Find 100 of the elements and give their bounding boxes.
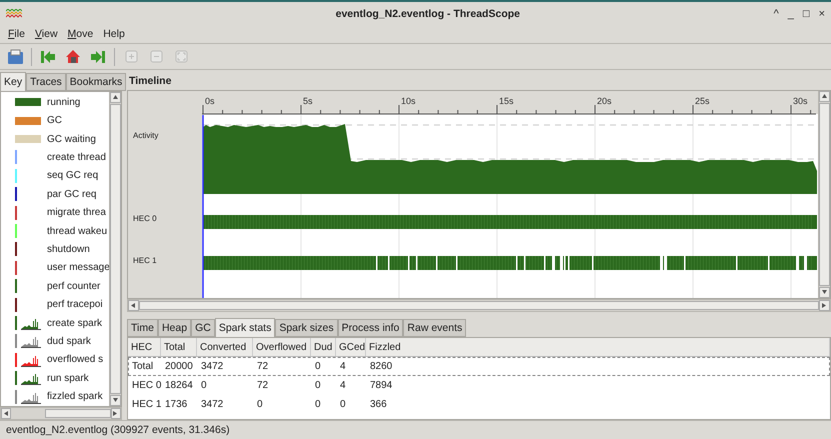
window-title: eventlog_N2.eventlog - ThreadScope [336,8,520,20]
tab[interactable]: Heap [158,319,192,337]
tick-label: 25s [695,96,710,106]
tab[interactable]: Spark stats [214,318,276,337]
status-text: eventlog_N2.eventlog (309927 events, 31.346s) [6,424,230,436]
scrollbar[interactable] [0,407,122,420]
tick-label: 5s [303,96,313,106]
scrollbar[interactable] [818,91,830,298]
toolbar-button[interactable] [6,48,24,66]
legend-label: run spark [47,372,89,384]
zoom-fit-icon [174,50,188,63]
scroll-button[interactable] [819,91,830,102]
legend-label: shutdown [47,244,90,255]
tick-label: 30s [793,96,808,106]
zoom-in-icon [124,50,138,63]
scroll-button[interactable] [110,92,121,103]
window-control[interactable]: × [818,8,825,20]
triangle-icon [821,93,828,100]
jump-end-icon [90,50,106,64]
tick-label: 15s [499,96,514,106]
table-cell-text: HEC 1 [131,399,162,410]
table-cell-text: 0 [314,399,322,410]
tab[interactable]: Traces [26,73,66,91]
legend-label: fizzled spark [47,391,103,402]
folder-icon [6,48,24,64]
table-cell-text: 4 [339,380,347,391]
table-cell-text: 0 [256,399,264,410]
legend-label: thread wakeu [47,226,108,237]
legend-label: par GC req [47,188,96,200]
table-cell-text: 3472 [200,399,224,410]
scroll-button[interactable] [819,287,830,298]
tab[interactable]: Bookmarks [66,73,126,91]
tab[interactable]: Raw events [403,319,466,337]
legend-label: user message [47,262,109,274]
table-row[interactable]: HEC 1 1736 3472 0 0 0 366 [128,395,830,414]
tick-label: 0s [205,96,215,106]
legend-label: overflowed s [47,354,104,366]
legend-label: GC waiting [47,134,96,145]
table-row[interactable]: HEC 0 18264 0 72 0 4 7894 [128,376,830,395]
column-header[interactable]: Converted [197,338,253,356]
tab[interactable]: Spark sizes [275,319,338,337]
table-cell-text: 72 [256,380,270,391]
legend-label: GC [47,115,62,126]
scrollbar[interactable] [127,299,831,312]
table-cell-text: 72 [256,361,270,372]
tab[interactable]: Time [127,319,158,337]
legend-label: running [47,96,80,108]
table-cell-text: 0 [314,380,322,391]
tab[interactable]: Process info [338,319,404,337]
column-header[interactable]: Fizzled [366,338,830,356]
column-header[interactable]: Total [161,338,197,356]
scroll-button[interactable] [110,395,121,406]
legend-label: seq GC req [47,170,98,182]
tick-label: 20s [597,96,612,106]
legend-label: create thread [47,152,106,163]
table-row[interactable]: Total 20000 3472 72 0 4 8260 [128,357,830,376]
menu-item[interactable]: View [34,28,58,40]
table-cell-text: 366 [369,399,388,410]
app-logo-icon [6,8,22,18]
triangle-icon [130,302,137,309]
table-cell-text: Total [131,361,154,372]
legend-label: migrate threa [47,207,106,218]
house-icon [65,49,81,64]
table-cell-text: 20000 [164,361,194,372]
table-cell-text: 8260 [369,361,394,372]
menu-item[interactable]: Move [68,28,94,40]
column-header[interactable]: HEC [128,338,161,356]
legend-label: perf counter [47,280,100,292]
tick-label: 10s [401,96,416,106]
table-cell-text: 7894 [369,380,394,391]
window-control[interactable]: ^ [774,8,779,20]
jump-start-icon [40,50,56,64]
column-header[interactable]: GCed [336,338,366,356]
scroll-button[interactable] [110,408,121,419]
triangle-icon [2,410,10,417]
table-cell-text: 4 [339,361,347,372]
scroll-button[interactable] [1,408,12,419]
legend-label: perf tracepoi [47,299,103,310]
scroll-button[interactable] [819,300,830,311]
menu-item[interactable]: Help [103,28,125,40]
track-label: HEC 0 [133,214,157,223]
track-label: HEC 1 [133,256,157,265]
window-control[interactable]: _ [788,8,794,20]
legend-label: create spark [47,318,102,329]
window-control[interactable]: □ [802,8,810,20]
column-header[interactable]: Overflowed [253,338,311,356]
scrollbar[interactable] [109,92,121,406]
column-header[interactable]: Dud [311,338,336,356]
table-cell-text: 18264 [164,380,194,391]
toolbar-button[interactable] [64,48,82,66]
tab[interactable]: Key [0,72,26,91]
tab[interactable]: GC [191,319,215,337]
table-cell-text: 0 [339,399,347,410]
triangle-icon [112,94,119,101]
table-cell-text: 0 [314,361,322,372]
table-cell-text: 3472 [200,361,224,372]
menu-item[interactable]: File [8,28,25,40]
table-cell-text: 1736 [164,399,188,410]
pane-title: Timeline [128,74,172,89]
scroll-button[interactable] [128,300,139,311]
